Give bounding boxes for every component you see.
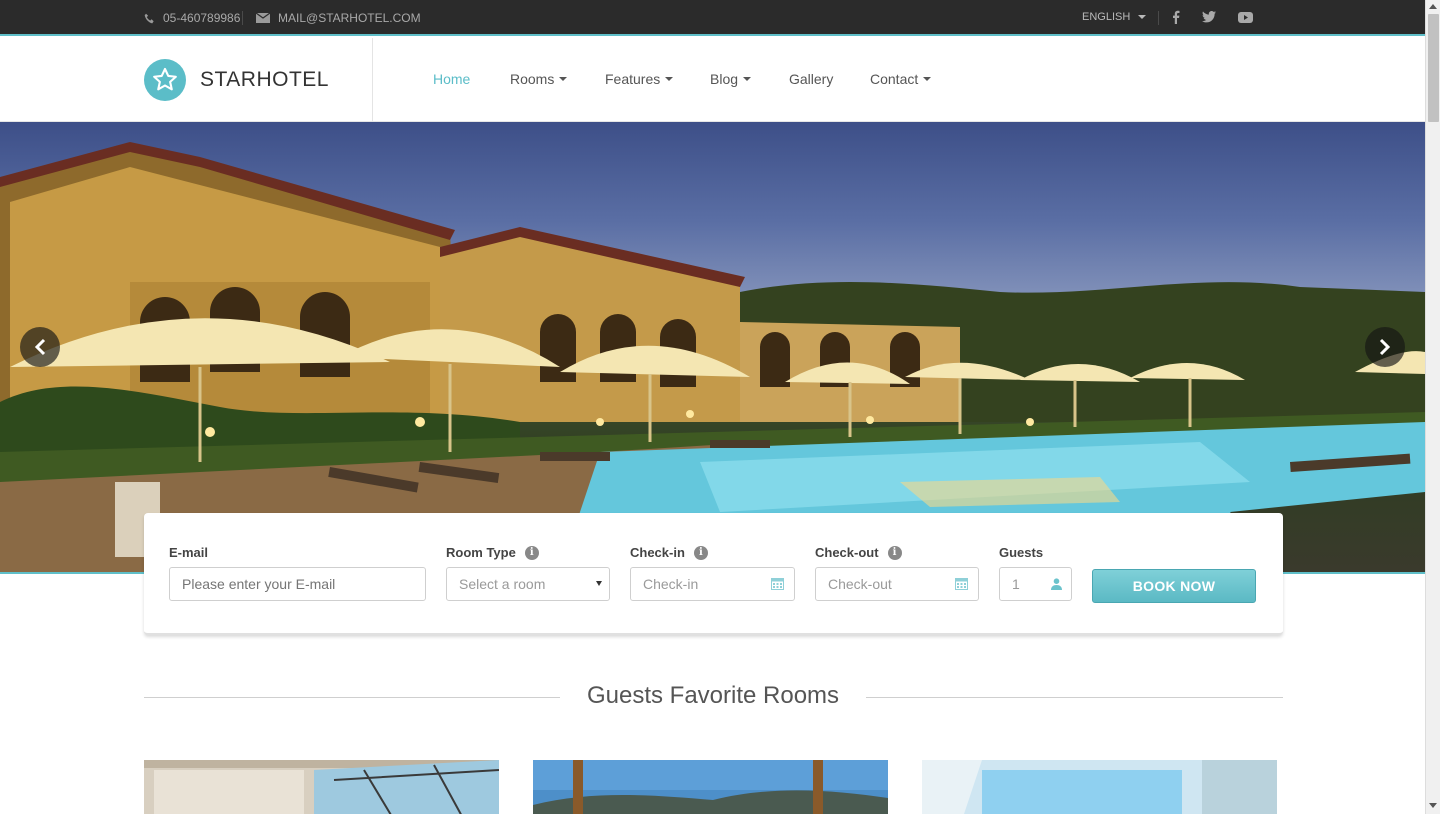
booking-form: E-mail Room Type i Select a room Check-i… (144, 513, 1283, 635)
scroll-down-arrow[interactable] (1429, 803, 1437, 808)
brand-name[interactable]: STARHOTEL (200, 68, 329, 92)
scroll-up-arrow[interactable] (1429, 4, 1437, 9)
book-now-button[interactable]: BOOK NOW (1092, 569, 1256, 603)
hero-image (0, 142, 1425, 572)
room-card[interactable] (533, 760, 888, 814)
info-icon[interactable]: i (887, 545, 902, 560)
scrollbar-thumb[interactable] (1428, 14, 1439, 122)
info-icon[interactable]: i (693, 545, 708, 560)
nav-blog[interactable]: Blog (710, 71, 752, 87)
chevron-right-icon (1379, 338, 1391, 356)
slider-prev-button[interactable] (20, 327, 60, 367)
room-card[interactable] (144, 760, 499, 814)
slider-next-button[interactable] (1365, 327, 1405, 367)
guests-label: Guests (999, 545, 1044, 560)
checkout-field[interactable]: Check-out (815, 567, 979, 601)
nav-gallery[interactable]: Gallery (789, 71, 833, 87)
section-divider-left (144, 697, 560, 698)
chevron-left-icon (34, 338, 46, 356)
nav-rooms[interactable]: Rooms (510, 71, 568, 87)
section-title: Guests Favorite Rooms (586, 682, 840, 709)
guests-field[interactable]: 1 (999, 567, 1072, 601)
email-contact[interactable]: MAIL@STARHOTEL.COM (256, 0, 421, 36)
twitter-icon[interactable] (1202, 0, 1216, 34)
chevron-down-icon (559, 77, 568, 81)
envelope-icon (256, 13, 270, 23)
user-icon (1041, 568, 1071, 600)
logo[interactable] (144, 59, 186, 101)
nav-home[interactable]: Home (433, 71, 470, 87)
nav-contact[interactable]: Contact (870, 71, 932, 87)
info-icon[interactable]: i (524, 545, 539, 560)
section-divider-right (866, 697, 1283, 698)
chevron-down-icon (665, 77, 674, 81)
page-scrollbar[interactable] (1425, 0, 1440, 814)
nav-features[interactable]: Features (605, 71, 674, 87)
chevron-down-icon (923, 77, 932, 81)
checkin-label: Check-in i (630, 545, 708, 560)
room-card[interactable] (922, 760, 1277, 814)
phone-contact: 05-460789986 (144, 0, 240, 36)
top-bar: 05-460789986 MAIL@STARHOTEL.COM ENGLISH (0, 0, 1425, 36)
chevron-down-icon (596, 581, 602, 586)
calendar-icon (771, 578, 784, 590)
email-address: MAIL@STARHOTEL.COM (278, 11, 421, 25)
youtube-icon[interactable] (1238, 0, 1253, 34)
room-type-label: Room Type i (446, 545, 539, 560)
facebook-icon[interactable] (1172, 0, 1180, 34)
checkout-label: Check-out i (815, 545, 902, 560)
calendar-icon (955, 578, 968, 590)
star-icon (153, 67, 177, 91)
chevron-down-icon (1138, 15, 1147, 19)
room-type-select[interactable]: Select a room (446, 567, 610, 601)
language-selector[interactable]: ENGLISH (1082, 0, 1147, 34)
chevron-down-icon (743, 77, 752, 81)
room-image (922, 760, 1277, 814)
room-image (533, 760, 888, 814)
phone-icon (144, 13, 154, 23)
phone-number: 05-460789986 (163, 11, 241, 25)
main-header: STARHOTEL Home Rooms Features Blog Galle… (0, 38, 1425, 122)
checkin-field[interactable]: Check-in (630, 567, 795, 601)
email-label: E-mail (169, 545, 209, 560)
hero-slider (0, 122, 1425, 572)
room-image (144, 760, 499, 814)
email-field[interactable] (169, 567, 426, 601)
